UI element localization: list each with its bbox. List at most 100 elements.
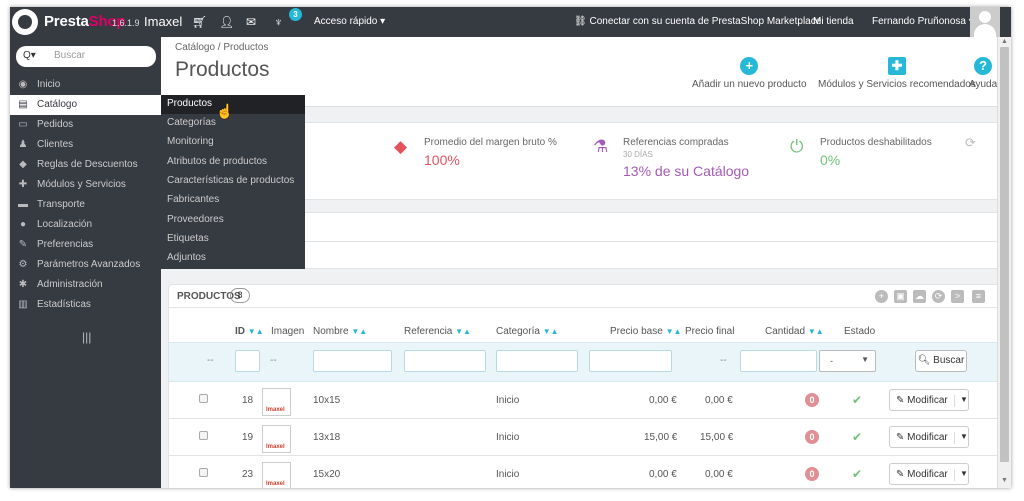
bar-chart-icon: ▥ bbox=[18, 299, 28, 310]
marketplace-link[interactable]: ⛓ Conectar con su cuenta de PrestaShop M… bbox=[574, 16, 821, 27]
submenu-item-caracteristicas[interactable]: Características de productos bbox=[161, 172, 305, 191]
export-icon[interactable]: ▣ bbox=[894, 290, 907, 303]
pencil-icon: ✎ bbox=[896, 469, 905, 480]
add-product-button[interactable]: + Añadir un nuevo producto bbox=[692, 57, 807, 90]
scroll-down-icon[interactable]: ▼ bbox=[1001, 477, 1008, 484]
truck-icon: ▬ bbox=[18, 199, 28, 210]
notification-badge: 3 bbox=[289, 8, 302, 21]
flask-icon: ⚗ bbox=[593, 137, 609, 156]
product-thumbnail[interactable]: Imaxel bbox=[262, 425, 291, 453]
submenu-item-monitoring[interactable]: Monitoring bbox=[161, 133, 305, 152]
scrollbar-thumb[interactable] bbox=[1000, 47, 1009, 462]
table-row[interactable]: 19 Imaxel 13x18 Inicio 15,00 € 15,00 € 0… bbox=[169, 420, 1002, 456]
puzzle-icon: ✚ bbox=[887, 57, 906, 75]
sql-query-icon[interactable]: > bbox=[951, 290, 964, 303]
table-row[interactable]: 18 Imaxel 10x15 Inicio 0,00 € 0,00 € 0 ✔… bbox=[169, 383, 1002, 419]
sidebar-item-pedidos[interactable]: ▭ Pedidos bbox=[10, 115, 161, 135]
pencil-icon: ✎ bbox=[896, 395, 905, 406]
collapse-sidebar-icon[interactable]: ||| bbox=[82, 330, 91, 344]
submenu-item-fabricantes[interactable]: Fabricantes bbox=[161, 191, 305, 210]
sidebar-item-catalogo[interactable]: ▤ Catálogo bbox=[10, 95, 161, 115]
cloud-upload-icon[interactable]: ☁ bbox=[913, 290, 926, 303]
trophy-icon[interactable]: ♆ bbox=[274, 15, 283, 29]
product-thumbnail[interactable]: Imaxel bbox=[262, 462, 291, 488]
check-icon[interactable]: ✔ bbox=[852, 430, 862, 444]
filter-name-input[interactable] bbox=[313, 350, 392, 372]
sidebar-item-descuentos[interactable]: ◆ Reglas de Descuentos bbox=[10, 155, 161, 175]
help-icon: ? bbox=[974, 57, 993, 75]
modify-button[interactable]: ✎ Modificar ▼ bbox=[889, 389, 969, 411]
add-new-icon[interactable]: + bbox=[875, 290, 888, 303]
submenu-item-atributos[interactable]: Atributos de productos bbox=[161, 153, 305, 172]
sidebar-item-localizacion[interactable]: ● Localización bbox=[10, 215, 161, 235]
filter-base-price-input[interactable] bbox=[589, 350, 672, 372]
sidebar: Q▾ Buscar ◉ Inicio ▤ Catálogo ▭ Pedidos ♟ Cl… bbox=[10, 37, 161, 488]
sidebar-item-modulos[interactable]: ✚ Módulos y Servicios bbox=[10, 175, 161, 195]
sidebar-item-parametros[interactable]: ⚙ Parámetros Avanzados bbox=[10, 255, 161, 275]
mail-icon[interactable]: ✉ bbox=[246, 15, 256, 29]
table-row[interactable]: 23 Imaxel 15x20 Inicio 0,00 € 0,00 € 0 ✔… bbox=[169, 457, 1002, 488]
col-category[interactable]: Categoría ▼▲ bbox=[496, 326, 559, 337]
col-reference[interactable]: Referencia ▼▲ bbox=[404, 326, 471, 337]
search-button[interactable]: 🔍︎ Buscar bbox=[915, 350, 967, 372]
col-quantity[interactable]: Cantidad ▼▲ bbox=[765, 326, 824, 337]
quantity-badge: 0 bbox=[805, 467, 819, 481]
search-icon[interactable]: Q▾ bbox=[23, 50, 36, 61]
row-checkbox[interactable] bbox=[199, 431, 208, 440]
browser-window: PrestaShop 1.6.1.9 Imaxel 🛒︎ 👤︎ ✉ ♆ 3 Ac… bbox=[10, 7, 1011, 488]
avatar[interactable] bbox=[970, 7, 1000, 37]
page-title: Productos bbox=[175, 58, 270, 81]
prestashop-logo[interactable] bbox=[12, 9, 38, 35]
chevron-down-icon: ▼ bbox=[861, 355, 869, 364]
cart-icon[interactable]: 🛒︎ bbox=[192, 15, 207, 29]
globe-icon: ● bbox=[19, 219, 27, 230]
col-base-price[interactable]: Precio base ▼▲ bbox=[610, 326, 681, 337]
sidebar-item-preferencias[interactable]: ✎ Preferencias bbox=[10, 235, 161, 255]
search-input[interactable]: Q▾ Buscar bbox=[16, 46, 156, 67]
filter-status-select[interactable]: - ▼ bbox=[819, 350, 876, 372]
dashboard-icon: ◉ bbox=[18, 79, 28, 90]
breadcrumb[interactable]: Catálogo / Productos bbox=[175, 42, 268, 53]
product-thumbnail[interactable]: Imaxel bbox=[262, 388, 291, 416]
quantity-badge: 0 bbox=[805, 430, 819, 444]
my-shop-link[interactable]: Mi tienda bbox=[813, 16, 854, 27]
refresh-icon[interactable]: ⟳ bbox=[965, 135, 976, 151]
filter-id-input[interactable] bbox=[235, 350, 260, 372]
modify-button[interactable]: ✎ Modificar ▼ bbox=[889, 426, 969, 448]
submenu-item-proveedores[interactable]: Proveedores bbox=[161, 211, 305, 230]
sidebar-item-administracion[interactable]: ✱ Administración bbox=[10, 275, 161, 295]
filter-category-input[interactable] bbox=[496, 350, 578, 372]
modify-button[interactable]: ✎ Modificar ▼ bbox=[889, 463, 969, 485]
sidebar-item-transporte[interactable]: ▬ Transporte bbox=[10, 195, 161, 215]
sidebar-item-inicio[interactable]: ◉ Inicio bbox=[10, 75, 161, 95]
scroll-up-icon[interactable]: ▲ bbox=[1001, 38, 1008, 45]
power-icon: ⏻ bbox=[790, 137, 804, 156]
sidebar-item-clientes[interactable]: ♟ Clientes bbox=[10, 135, 161, 155]
recommended-modules-button[interactable]: ✚ Módulos y Servicios recomendados bbox=[818, 57, 976, 90]
col-status: Estado bbox=[844, 326, 876, 337]
sort-arrows-icon: ▼▲ bbox=[665, 327, 682, 336]
user-icon[interactable]: 👤︎ bbox=[219, 15, 234, 29]
caret-down-icon: ▼ bbox=[954, 469, 968, 481]
submenu-item-adjuntos[interactable]: Adjuntos bbox=[161, 249, 305, 268]
sidebar-item-estadisticas[interactable]: ▥ Estadísticas bbox=[10, 295, 161, 315]
shop-name[interactable]: Imaxel bbox=[144, 14, 182, 29]
user-menu[interactable]: Fernando Pruñonosa ▾ bbox=[872, 16, 974, 27]
version-label: 1.6.1.9 bbox=[112, 18, 140, 28]
filter-reference-input[interactable] bbox=[404, 350, 486, 372]
quick-access-menu[interactable]: Acceso rápido ▾ bbox=[314, 16, 385, 27]
filter-quantity-input[interactable] bbox=[740, 350, 817, 372]
row-checkbox[interactable] bbox=[199, 394, 208, 403]
submenu-item-etiquetas[interactable]: Etiquetas bbox=[161, 230, 305, 249]
search-icon: 🔍︎ bbox=[917, 355, 931, 366]
vertical-scrollbar[interactable]: ▲ ▼ bbox=[997, 37, 1011, 488]
refresh-list-icon[interactable]: ⟳ bbox=[932, 290, 945, 303]
col-id[interactable]: ID ▼▲ bbox=[235, 326, 264, 337]
help-button[interactable]: ? Ayuda bbox=[969, 57, 997, 90]
check-icon[interactable]: ✔ bbox=[852, 467, 862, 481]
check-icon[interactable]: ✔ bbox=[852, 393, 862, 407]
sort-arrows-icon: ▼▲ bbox=[542, 327, 559, 336]
database-icon[interactable]: ≡ bbox=[972, 290, 985, 303]
row-checkbox[interactable] bbox=[199, 468, 208, 477]
col-name[interactable]: Nombre ▼▲ bbox=[313, 326, 367, 337]
